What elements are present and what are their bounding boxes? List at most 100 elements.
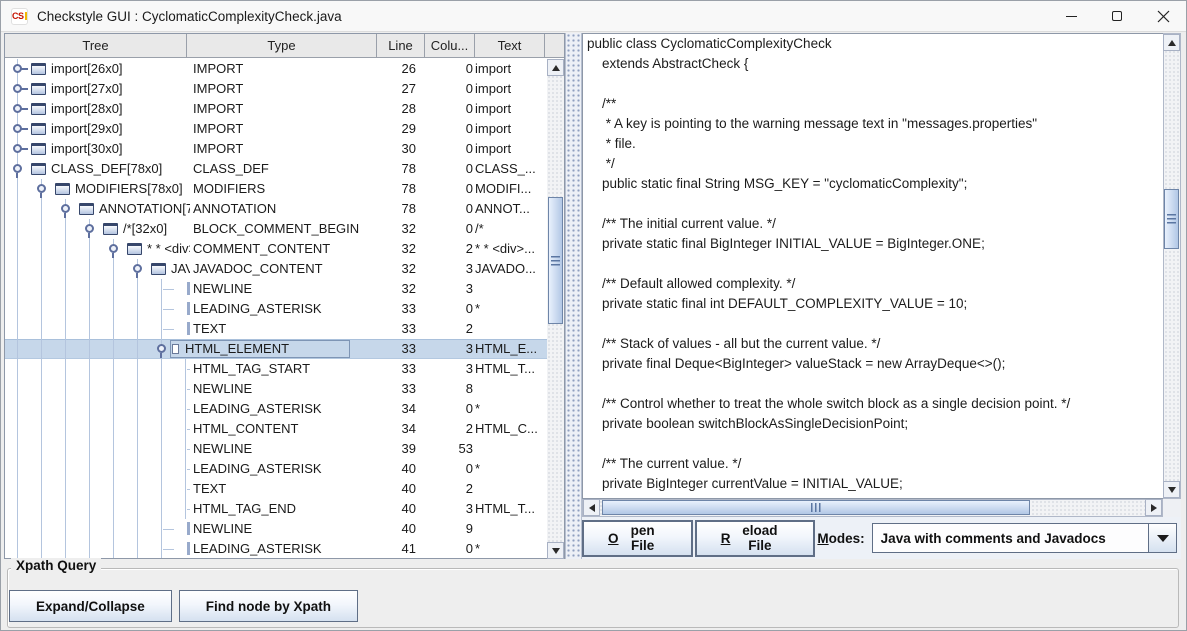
- table-row[interactable]: LEADING_ASTERISK400*: [5, 459, 547, 479]
- tree-guide-line: [41, 419, 42, 439]
- table-row[interactable]: import[26x0]IMPORT260import: [5, 59, 547, 79]
- column-header-line[interactable]: Line: [377, 34, 425, 57]
- parse-mode-combobox[interactable]: Java with comments and Javadocs: [872, 523, 1177, 553]
- close-button[interactable]: [1140, 1, 1186, 32]
- code-line: private static final int DEFAULT_COMPLEX…: [583, 294, 1163, 314]
- code-line: public static final String MSG_KEY = "cy…: [583, 174, 1163, 194]
- collapse-handle-icon[interactable]: [61, 204, 70, 213]
- table-row[interactable]: LEADING_ASTERISK340*: [5, 399, 547, 419]
- tree-guide-line: [17, 319, 18, 339]
- code-scroll-left-button[interactable]: [583, 499, 600, 516]
- cell-column: 2: [418, 239, 473, 259]
- code-scrollbar-thumb[interactable]: [1164, 189, 1179, 249]
- table-row[interactable]: TEXT332: [5, 319, 547, 339]
- table-row[interactable]: LEADING_ASTERISK410*: [5, 539, 547, 558]
- code-area[interactable]: public class CyclomaticComplexityCheck e…: [582, 33, 1163, 499]
- column-header-column[interactable]: Colu...: [425, 34, 475, 57]
- collapse-handle-icon[interactable]: [37, 184, 46, 193]
- table-row[interactable]: HTML_CONTENT342HTML_C...: [5, 419, 547, 439]
- table-row[interactable]: HTML_TAG_END403HTML_T...: [5, 499, 547, 519]
- tree-guide-line: [137, 439, 138, 459]
- tree-guide-line: [17, 379, 18, 399]
- collapse-handle-icon[interactable]: [157, 344, 166, 353]
- cell-text: HTML_T...: [475, 499, 546, 519]
- cell-column: 9: [418, 519, 473, 539]
- cell-column: 0: [418, 59, 473, 79]
- tree-node-label: CLASS_DEF[78x0]: [51, 159, 190, 179]
- open-file-button[interactable]: Open File: [582, 520, 693, 557]
- node-icon: [172, 344, 179, 354]
- combobox-arrow-button[interactable]: [1148, 524, 1176, 552]
- arrow-right-icon: [1151, 504, 1157, 512]
- code-vertical-scrollbar[interactable]: [1163, 33, 1181, 499]
- table-row[interactable]: NEWLINE409: [5, 519, 547, 539]
- table-row[interactable]: LEADING_ASTERISK330*: [5, 299, 547, 319]
- split-pane-divider[interactable]: [565, 33, 582, 559]
- tree-guide-line: [113, 359, 114, 379]
- table-row[interactable]: /*[32x0]BLOCK_COMMENT_BEGIN320/*: [5, 219, 547, 239]
- column-header-tree[interactable]: Tree: [5, 34, 187, 57]
- table-row[interactable]: import[30x0]IMPORT300import: [5, 139, 547, 159]
- table-vertical-scrollbar[interactable]: [547, 59, 564, 559]
- table-row[interactable]: NEWLINE338: [5, 379, 547, 399]
- table-row[interactable]: MODIFIERS[78x0]MODIFIERS780MODIFI...: [5, 179, 547, 199]
- table-row[interactable]: CLASS_DEF[78x0]CLASS_DEF780CLASS_...: [5, 159, 547, 179]
- table-row[interactable]: import[27x0]IMPORT270import: [5, 79, 547, 99]
- column-header-type[interactable]: Type: [187, 34, 377, 57]
- code-scroll-down-button[interactable]: [1163, 481, 1180, 498]
- code-scroll-right-button[interactable]: [1145, 499, 1162, 516]
- table-row[interactable]: import[29x0]IMPORT290import: [5, 119, 547, 139]
- code-scroll-up-button[interactable]: [1163, 34, 1180, 51]
- collapse-handle-icon[interactable]: [133, 264, 142, 273]
- table-row[interactable]: * * <div>...COMMENT_CONTENT322* * <div>.…: [5, 239, 547, 259]
- table-row[interactable]: import[28x0]IMPORT280import: [5, 99, 547, 119]
- cell-column: 2: [418, 479, 473, 499]
- table-row[interactable]: ANNOTATION[78x0]ANNOTATION780ANNOT...: [5, 199, 547, 219]
- cell-text: HTML_E...: [475, 339, 546, 359]
- table-row[interactable]: NEWLINE3953: [5, 439, 547, 459]
- column-header-text[interactable]: Text: [475, 34, 545, 57]
- tree-guide-line: [65, 539, 66, 558]
- table-row[interactable]: NEWLINE323: [5, 279, 547, 299]
- scroll-down-button[interactable]: [547, 542, 564, 559]
- tree-guide-line: [161, 379, 162, 399]
- tree-guide-line: [41, 539, 42, 558]
- table-row[interactable]: JAVADOC_CONTENTJAVADOC_CONTENT323JAVADO.…: [5, 259, 547, 279]
- close-icon: [1157, 10, 1170, 23]
- collapse-handle-icon[interactable]: [109, 244, 118, 253]
- code-line: /** Default allowed complexity. */: [583, 274, 1163, 294]
- maximize-button[interactable]: [1094, 1, 1140, 32]
- cell-line: 34: [350, 419, 416, 439]
- tree-guide-line: [113, 479, 114, 499]
- code-line: [583, 194, 1163, 214]
- collapse-handle-icon[interactable]: [13, 164, 22, 173]
- collapse-handle-icon[interactable]: [85, 224, 94, 233]
- cell-column: 0: [418, 299, 473, 319]
- tree-guide-line: [41, 459, 42, 479]
- cell-line: 26: [350, 59, 416, 79]
- cell-column: 0: [418, 79, 473, 99]
- table-row[interactable]: TEXT402: [5, 479, 547, 499]
- code-line: [583, 74, 1163, 94]
- reload-file-button[interactable]: Reload File: [695, 520, 816, 557]
- scroll-up-button[interactable]: [547, 59, 564, 76]
- tree-guide-line: [65, 299, 66, 319]
- expand-collapse-button[interactable]: Expand/Collapse: [9, 590, 172, 622]
- tree-guide-line: [65, 239, 66, 259]
- code-line: [583, 374, 1163, 394]
- cell-text: CLASS_...: [475, 159, 546, 179]
- code-line: /**: [583, 94, 1163, 114]
- code-hscrollbar-thumb[interactable]: [602, 500, 1030, 515]
- tree-guide-line: [113, 439, 114, 459]
- table-row[interactable]: HTML_ELEMENT333HTML_E...: [5, 339, 547, 359]
- find-node-by-xpath-button[interactable]: Find node by Xpath: [179, 590, 358, 622]
- tree-connector: [187, 449, 190, 450]
- code-line: * file.: [583, 134, 1163, 154]
- tree-guide-line: [161, 519, 162, 539]
- code-horizontal-scrollbar[interactable]: [582, 499, 1163, 517]
- minimize-button[interactable]: [1048, 1, 1094, 32]
- tree-guide-line: [89, 279, 90, 299]
- table-scrollbar-thumb[interactable]: [548, 197, 563, 324]
- table-row[interactable]: HTML_TAG_START333HTML_T...: [5, 359, 547, 379]
- tree-guide-line: [137, 539, 138, 558]
